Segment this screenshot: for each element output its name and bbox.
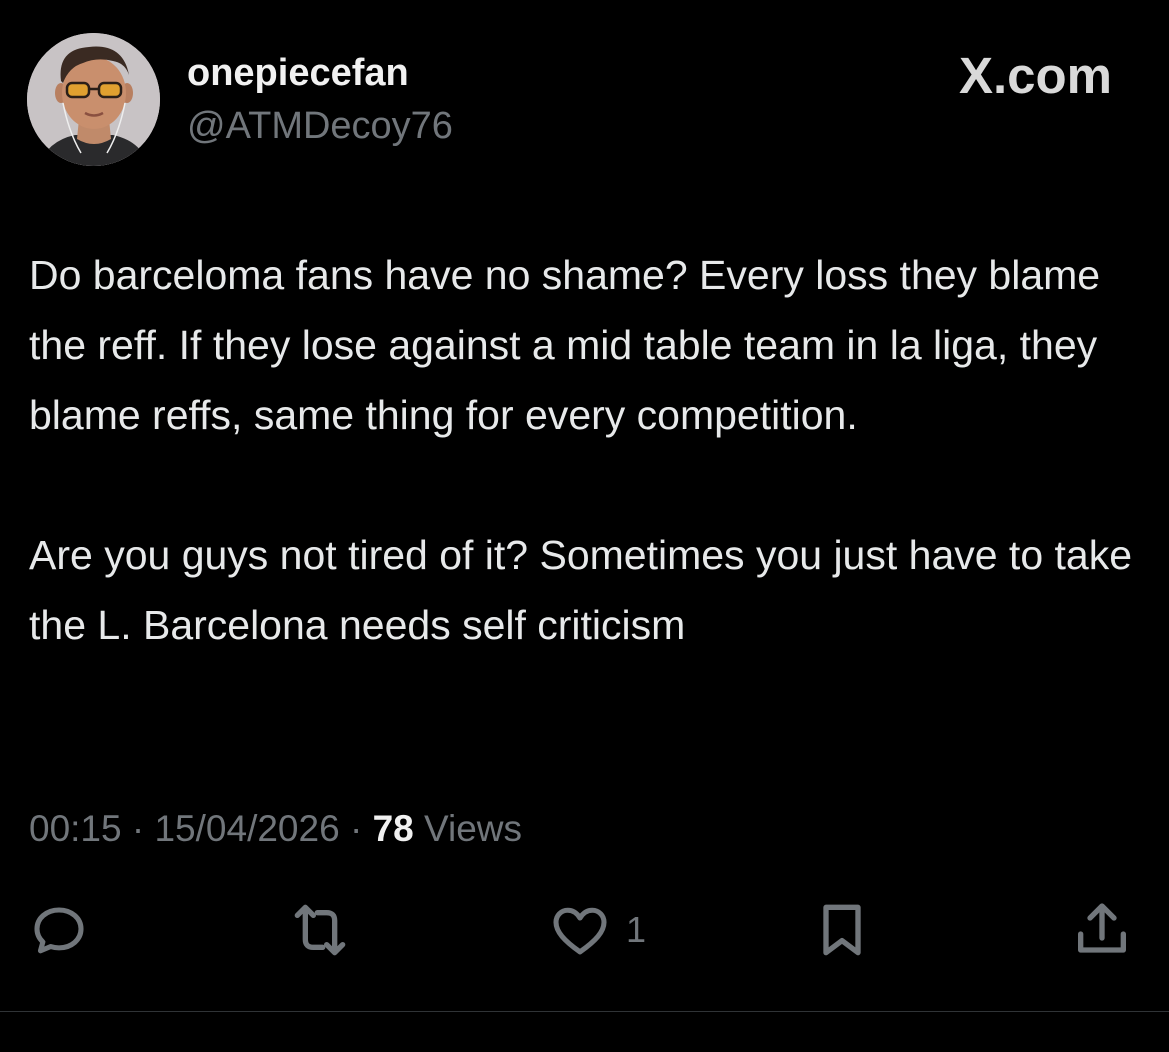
avatar[interactable] bbox=[27, 33, 160, 166]
share-button[interactable] bbox=[1070, 895, 1134, 965]
repost-button[interactable] bbox=[285, 895, 355, 965]
repost-icon bbox=[294, 904, 346, 956]
brand-logo: X.com bbox=[958, 47, 1112, 104]
like-count: 1 bbox=[626, 909, 647, 950]
views-count: 78 bbox=[372, 808, 414, 849]
like-icon bbox=[553, 907, 607, 955]
reply-icon bbox=[34, 907, 84, 954]
tweet-date[interactable]: 15/04/2026 bbox=[154, 808, 339, 849]
profile-photo bbox=[27, 33, 160, 166]
tweet-time[interactable]: 00:15 bbox=[29, 808, 122, 849]
tweet-text: Do barceloma fans have no shame? Every l… bbox=[29, 252, 1133, 648]
reply-button[interactable] bbox=[27, 895, 91, 965]
display-name[interactable]: onepiecefan bbox=[187, 50, 409, 96]
user-handle[interactable]: @ATMDecoy76 bbox=[187, 103, 453, 149]
tweet-meta: 00:15 · 15/04/2026 · 78 Views bbox=[29, 806, 522, 852]
share-icon bbox=[1078, 903, 1126, 953]
meta-separator: · bbox=[131, 808, 145, 849]
divider bbox=[0, 1011, 1169, 1012]
bookmark-icon bbox=[823, 904, 861, 956]
views-label: Views bbox=[424, 808, 523, 849]
action-bar: 1 bbox=[0, 895, 1169, 965]
bookmark-button[interactable] bbox=[810, 895, 874, 965]
like-button[interactable]: 1 bbox=[548, 895, 646, 965]
meta-separator: · bbox=[349, 808, 363, 849]
